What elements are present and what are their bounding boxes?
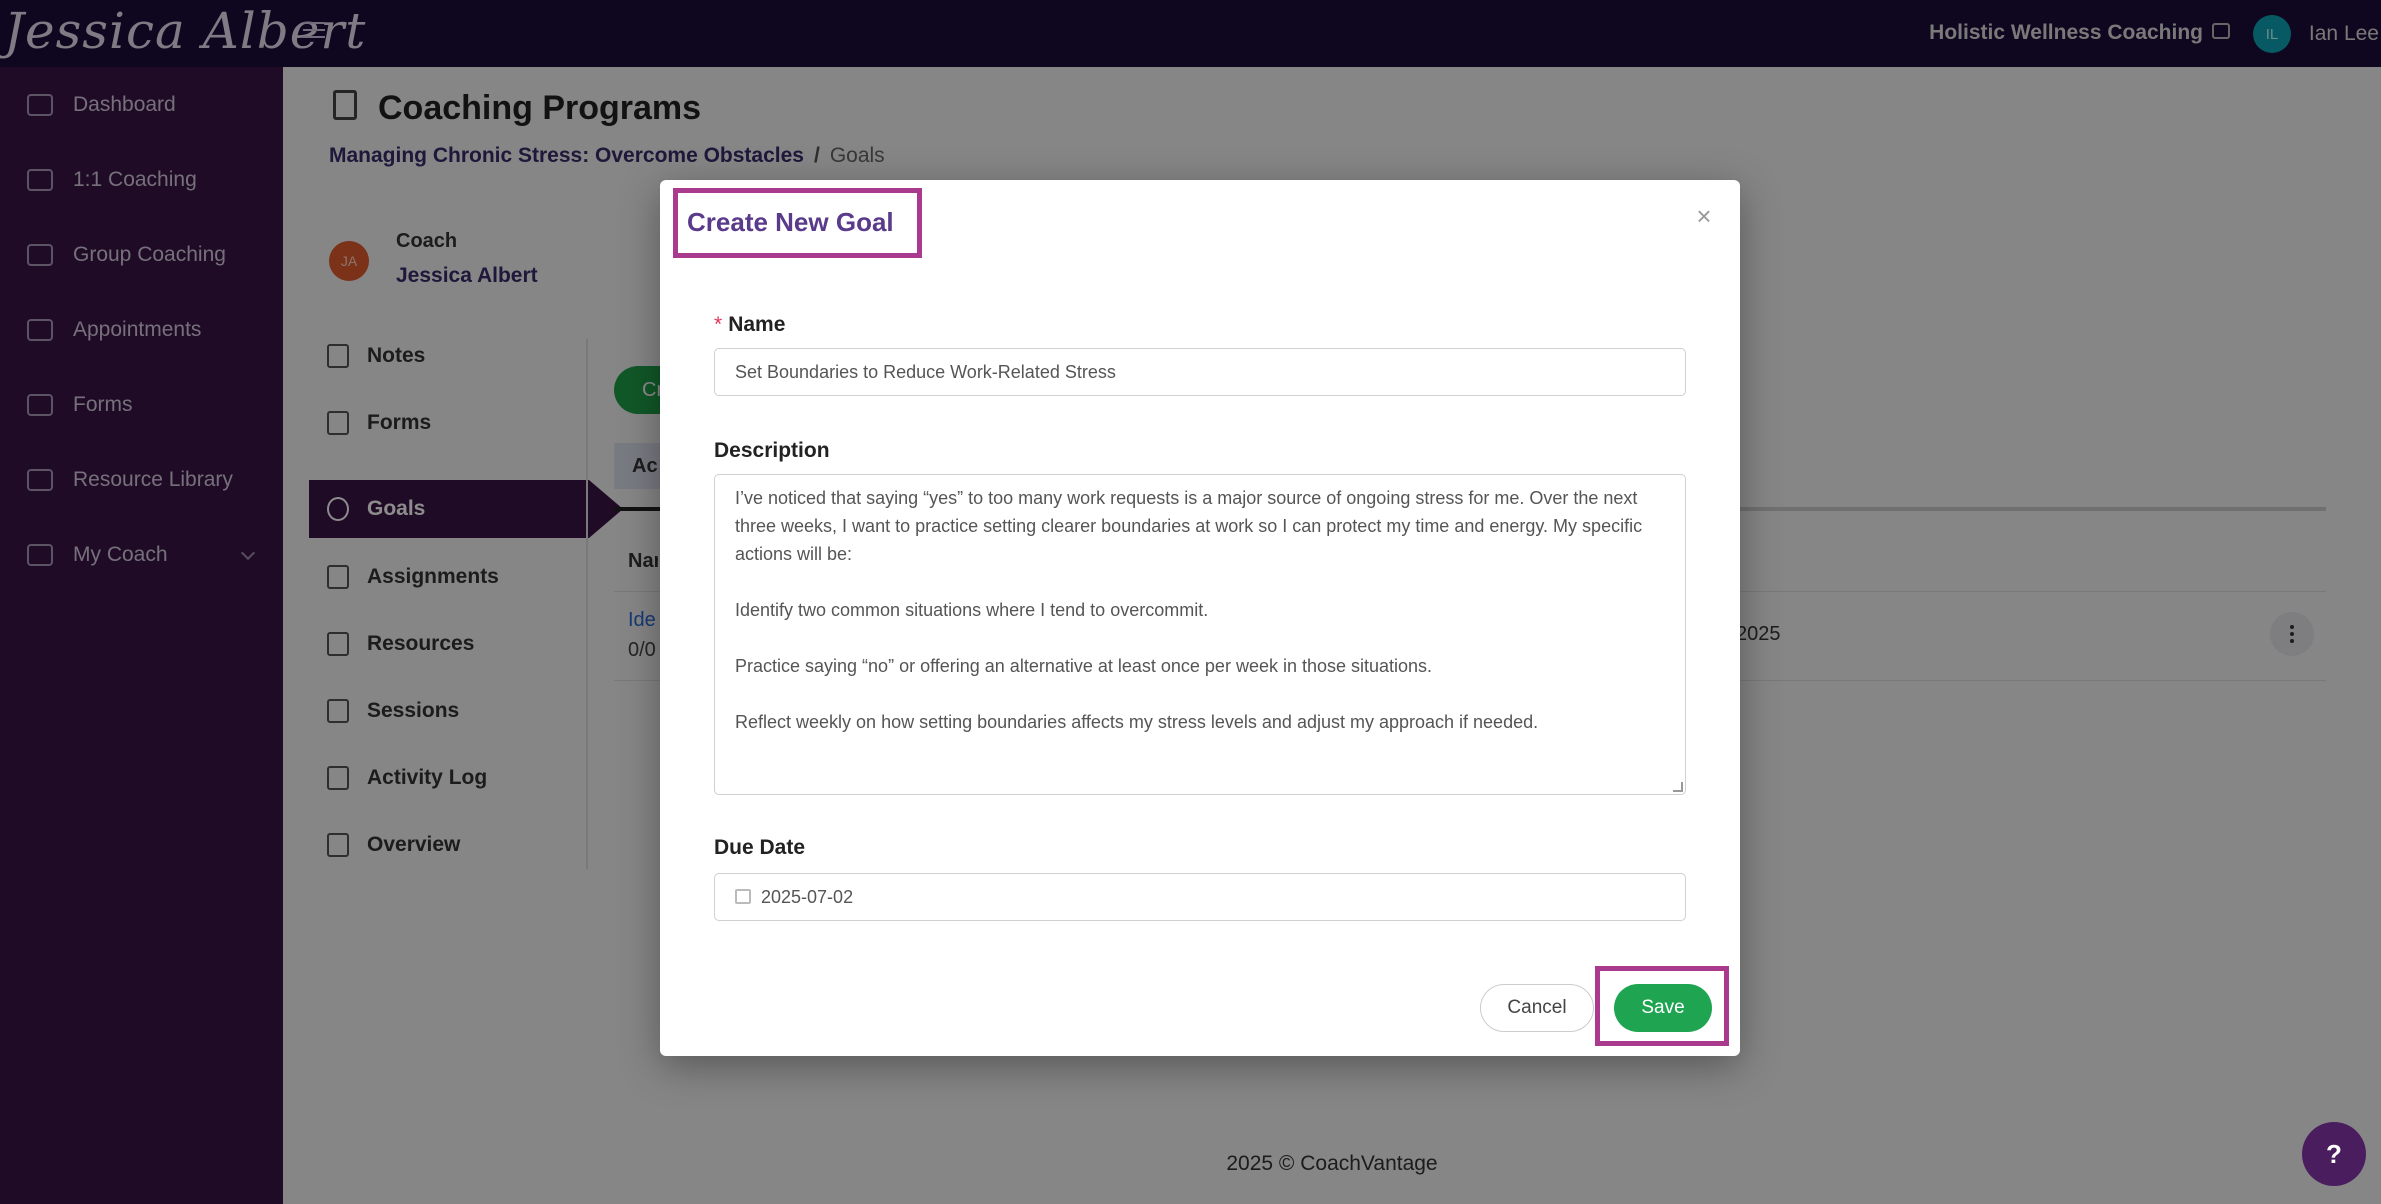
description-textarea[interactable]: I’ve noticed that saying “yes” to too ma… <box>714 474 1686 795</box>
required-mark: * <box>714 313 723 336</box>
create-goal-modal: Create New Goal × * Name Set Boundaries t… <box>660 180 1740 1056</box>
name-label-text: Name <box>728 313 786 336</box>
name-label: * Name <box>714 313 785 337</box>
description-label: Description <box>714 439 830 462</box>
resize-handle[interactable] <box>1673 782 1683 792</box>
description-paragraph: Practice saying “no” or offering an alte… <box>735 656 1433 676</box>
cancel-button[interactable]: Cancel <box>1480 984 1594 1032</box>
save-button[interactable]: Save <box>1614 984 1712 1032</box>
description-paragraph: Identify two common situations where I t… <box>735 600 1209 620</box>
help-button[interactable]: ? <box>2302 1122 2366 1186</box>
description-paragraph: Reflect weekly on how setting boundaries… <box>735 712 1539 732</box>
modal-title: Create New Goal <box>687 207 894 237</box>
due-date-value: 2025-07-02 <box>761 887 854 907</box>
description-paragraph: I’ve noticed that saying “yes” to too ma… <box>735 488 1643 564</box>
close-icon[interactable]: × <box>1692 203 1716 229</box>
goal-name-input[interactable]: Set Boundaries to Reduce Work-Related St… <box>714 348 1686 396</box>
due-date-input[interactable]: 2025-07-02 <box>714 873 1686 921</box>
calendar-icon <box>735 889 751 905</box>
due-date-label: Due Date <box>714 836 806 859</box>
